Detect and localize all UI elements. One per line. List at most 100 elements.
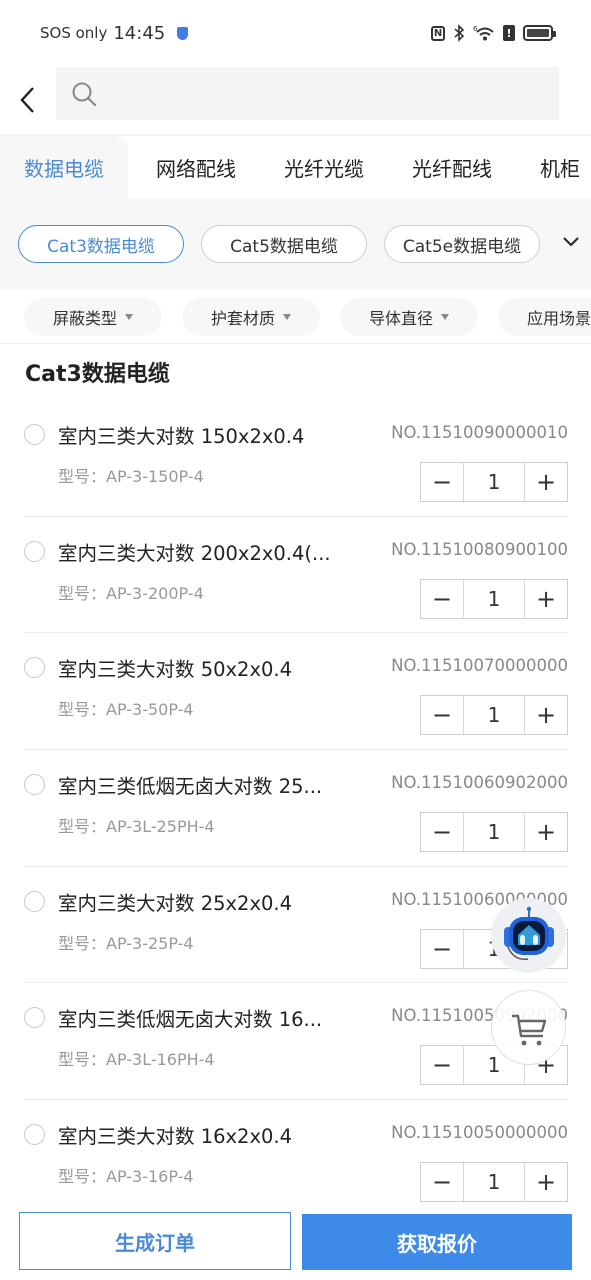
filter-label: 屏蔽类型	[52, 308, 117, 328]
product-row: 室内三类低烟无卤大对数 16... NO.11510050902000 型号：A…	[24, 983, 568, 1101]
generate-order-button[interactable]: 生成订单	[19, 1212, 291, 1270]
increment-button[interactable]: +	[525, 579, 567, 618]
back-button[interactable]	[0, 72, 56, 128]
product-list: 室内三类大对数 150x2x0.4 NO.11510090000010 型号：A…	[24, 400, 568, 1217]
product-number: NO.11510060902000	[391, 773, 568, 793]
get-quote-button[interactable]: 获取报价	[302, 1214, 572, 1270]
increment-button[interactable]: +	[525, 1163, 567, 1202]
select-radio[interactable]	[24, 774, 45, 796]
quantity-value[interactable]: 1	[463, 579, 525, 618]
filter-conductor-diameter[interactable]: 导体直径	[340, 297, 478, 336]
carrier-text: SOS only	[40, 24, 108, 42]
filter-label: 护套材质	[210, 308, 275, 328]
product-row: 室内三类大对数 200x2x0.4(... NO.11510080900100 …	[24, 517, 568, 634]
decrement-button[interactable]: −	[421, 813, 463, 852]
filter-application[interactable]: 应用场景	[498, 297, 591, 336]
product-model: 型号：AP-3L-16PH-4	[58, 1050, 215, 1070]
product-model: 型号：AP-3-16P-4	[58, 1167, 194, 1187]
chevron-down-icon	[563, 237, 579, 247]
quantity-value[interactable]: 1	[463, 1163, 525, 1202]
increment-button[interactable]: +	[525, 696, 567, 735]
tab-network-wiring[interactable]: 网络配线	[128, 136, 260, 198]
filter-shield-type[interactable]: 屏蔽类型	[24, 297, 162, 336]
decrement-button[interactable]: −	[421, 1163, 463, 1202]
bottom-action-bar: 生成订单 获取报价	[0, 1204, 591, 1280]
quantity-stepper: − 1 +	[420, 462, 568, 502]
product-name: 室内三类大对数 50x2x0.4	[58, 658, 293, 682]
product-name: 室内三类大对数 150x2x0.4	[58, 425, 305, 448]
select-radio[interactable]	[24, 1124, 45, 1146]
chip-cat3[interactable]: Cat3数据电缆	[18, 225, 184, 263]
product-model: 型号：AP-3-200P-4	[58, 583, 204, 603]
quantity-stepper: − 1 +	[420, 578, 568, 619]
robot-icon	[503, 906, 554, 960]
quantity-stepper: − 1 +	[420, 812, 568, 853]
ai-assistant-button[interactable]	[491, 898, 566, 973]
product-name: 室内三类大对数 200x2x0.4(...	[58, 541, 331, 565]
wifi-icon: 6	[473, 24, 495, 42]
product-name: 室内三类大对数 16x2x0.4	[58, 1125, 293, 1149]
cart-icon	[511, 1014, 546, 1045]
product-row: 室内三类大对数 150x2x0.4 NO.11510090000010 型号：A…	[24, 400, 568, 517]
alert-icon: !	[503, 25, 515, 41]
tab-fiber-wiring[interactable]: 光纤配线	[388, 136, 516, 198]
increment-button[interactable]: +	[525, 813, 567, 852]
quantity-value[interactable]: 1	[463, 813, 525, 852]
clock: 14:45	[113, 22, 166, 44]
product-model: 型号：AP-3-150P-4	[58, 467, 204, 486]
caret-down-icon	[441, 313, 449, 320]
product-name: 室内三类低烟无卤大对数 16...	[58, 1008, 323, 1032]
quantity-stepper: − 1 +	[420, 695, 568, 736]
cart-button[interactable]	[491, 990, 566, 1065]
chip-cat5[interactable]: Cat5数据电缆	[201, 225, 367, 263]
filter-bar: 屏蔽类型 护套材质 导体直径 应用场景	[0, 290, 591, 344]
subcategory-bar: Cat3数据电缆 Cat5数据电缆 Cat5e数据电缆	[0, 198, 591, 290]
quantity-stepper: − 1 +	[420, 1162, 568, 1203]
decrement-button[interactable]: −	[421, 463, 463, 501]
select-radio[interactable]	[24, 424, 45, 445]
select-radio[interactable]	[24, 657, 45, 679]
product-model: 型号：AP-3-25P-4	[58, 933, 194, 953]
shield-icon	[177, 26, 189, 40]
quantity-value[interactable]: 1	[463, 696, 525, 735]
select-radio[interactable]	[24, 890, 45, 912]
status-bar: SOS only 14:45 N 6 !	[0, 0, 591, 66]
search-input[interactable]	[98, 67, 559, 120]
decrement-button[interactable]: −	[421, 696, 463, 735]
decrement-button[interactable]: −	[421, 579, 463, 618]
product-row: 室内三类大对数 16x2x0.4 NO.11510050000000 型号：AP…	[24, 1100, 568, 1217]
section-title: Cat3数据电缆	[25, 362, 170, 387]
product-number: NO.11510070000000	[391, 656, 568, 676]
product-number: NO.11510090000010	[391, 423, 568, 442]
select-radio[interactable]	[24, 1007, 45, 1029]
tab-data-cable[interactable]: 数据电缆	[0, 136, 128, 198]
filter-label: 应用场景	[526, 308, 591, 328]
product-row: 室内三类大对数 25x2x0.4 NO.11510060000000 型号：AP…	[24, 867, 568, 984]
product-name: 室内三类低烟无卤大对数 25...	[58, 775, 323, 799]
filter-jacket-material[interactable]: 护套材质	[182, 297, 320, 336]
search-header	[0, 66, 591, 134]
product-name: 室内三类大对数 25x2x0.4	[58, 891, 293, 915]
product-row: 室内三类大对数 50x2x0.4 NO.11510070000000 型号：AP…	[24, 633, 568, 751]
product-model: 型号：AP-3-50P-4	[58, 700, 194, 720]
decrement-button[interactable]: −	[421, 1046, 463, 1085]
battery-icon	[523, 25, 556, 41]
product-row: 室内三类低烟无卤大对数 25... NO.11510060902000 型号：A…	[24, 750, 568, 867]
bluetooth-icon	[453, 24, 465, 42]
chevron-left-icon	[20, 87, 34, 113]
select-radio[interactable]	[24, 540, 45, 562]
caret-down-icon	[125, 313, 133, 320]
product-number: NO.11510080900100	[391, 539, 568, 559]
quantity-value[interactable]: 1	[463, 463, 525, 501]
increment-button[interactable]: +	[525, 463, 567, 501]
tab-fiber-cable[interactable]: 光纤光缆	[260, 136, 388, 198]
expand-subcategories-button[interactable]	[557, 228, 585, 256]
category-tabs: 数据电缆 网络配线 光纤光缆 光纤配线 机柜	[0, 134, 591, 198]
product-model: 型号：AP-3L-25PH-4	[58, 817, 215, 837]
nfc-icon: N	[431, 25, 445, 41]
tab-cabinet[interactable]: 机柜	[516, 136, 591, 198]
decrement-button[interactable]: −	[421, 929, 463, 968]
filter-label: 导体直径	[368, 308, 433, 328]
search-box[interactable]	[56, 67, 559, 120]
chip-cat5e[interactable]: Cat5e数据电缆	[384, 225, 540, 263]
